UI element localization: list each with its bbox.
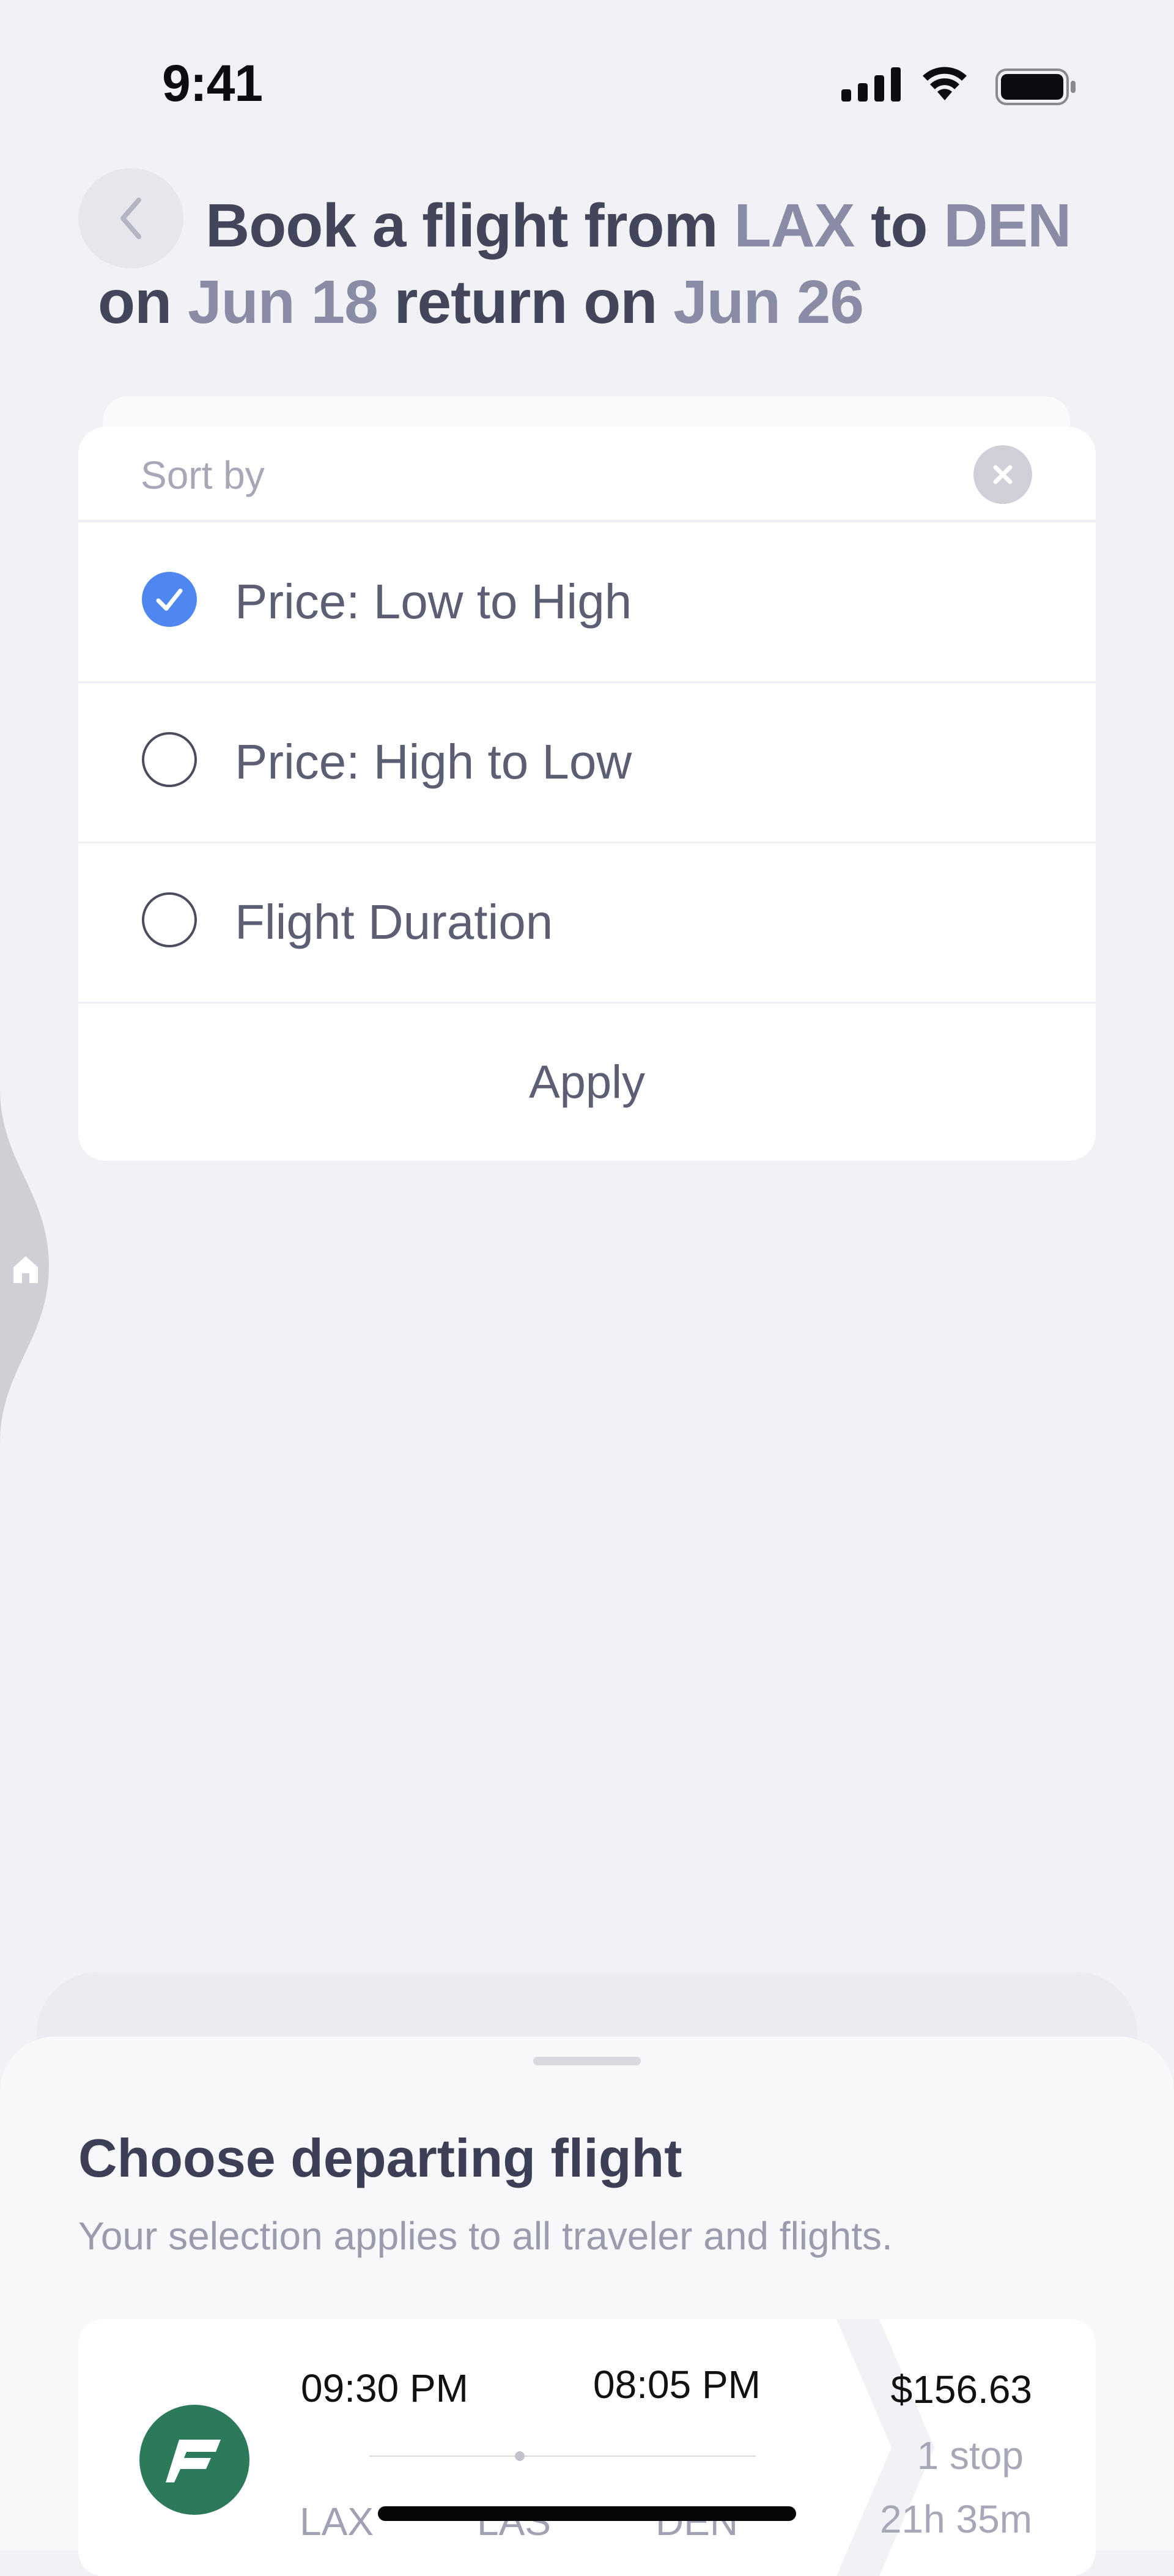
- sort-option-flight-duration[interactable]: Flight Duration: [78, 842, 1096, 1004]
- page-title-line-1: Book a flight from LAX to DEN: [205, 191, 1071, 260]
- sort-option-label: Price: Low to High: [235, 574, 632, 629]
- home-indicator[interactable]: [378, 2506, 796, 2521]
- radio-checked[interactable]: [142, 572, 197, 627]
- route-line: [369, 2456, 756, 2457]
- flight-price: $156.63: [890, 2367, 1032, 2411]
- airline-logo-icon: [139, 2405, 249, 2515]
- checkmark-icon: [156, 588, 183, 611]
- sort-option-price-low-high[interactable]: Price: Low to High: [78, 521, 1096, 683]
- stopover-dot: [515, 2451, 525, 2461]
- sheet-drag-handle[interactable]: [533, 2057, 641, 2065]
- chevron-left-icon: [120, 198, 141, 239]
- radio-unchecked[interactable]: [142, 892, 197, 947]
- return-date: Jun 26: [673, 268, 864, 336]
- arrive-time: 08:05 PM: [593, 2363, 761, 2407]
- status-time: 9:41: [162, 54, 263, 112]
- edge-home-handle[interactable]: [0, 1089, 55, 1443]
- flight-duration: 21h 35m: [879, 2497, 1032, 2541]
- apply-button[interactable]: Apply: [78, 1003, 1096, 1161]
- sheet-subtitle: Your selection applies to all traveler a…: [78, 2214, 893, 2258]
- cellular-signal-icon: [841, 67, 901, 102]
- close-button[interactable]: [973, 445, 1032, 504]
- sort-panel: Sort by Price: Low to High Price: High t…: [78, 427, 1096, 1161]
- radio-unchecked[interactable]: [142, 732, 197, 787]
- battery-icon: [995, 68, 1076, 105]
- depart-date: Jun 18: [187, 268, 378, 336]
- sort-option-label: Price: High to Low: [235, 735, 632, 789]
- back-button[interactable]: [78, 168, 183, 268]
- flight-card[interactable]: 09:30 PM 08:05 PM LAX LAS DEN $156.63 1 …: [78, 2319, 1096, 2576]
- sort-panel-header: Sort by: [78, 427, 1096, 522]
- sort-option-label: Flight Duration: [235, 895, 553, 949]
- destination-code: DEN: [943, 191, 1071, 260]
- origin-airport: LAX: [300, 2500, 374, 2544]
- wifi-icon: [923, 67, 967, 100]
- origin-code: LAX: [734, 191, 855, 260]
- sort-option-price-high-low[interactable]: Price: High to Low: [78, 681, 1096, 843]
- page-title-line-2: on Jun 18 return on Jun 26: [98, 268, 864, 336]
- sheet-title: Choose departing flight: [78, 2128, 682, 2188]
- flight-stops: 1 stop: [917, 2434, 1024, 2478]
- sort-panel-title: Sort by: [141, 453, 265, 497]
- close-icon: [993, 465, 1013, 484]
- depart-time: 09:30 PM: [301, 2366, 468, 2410]
